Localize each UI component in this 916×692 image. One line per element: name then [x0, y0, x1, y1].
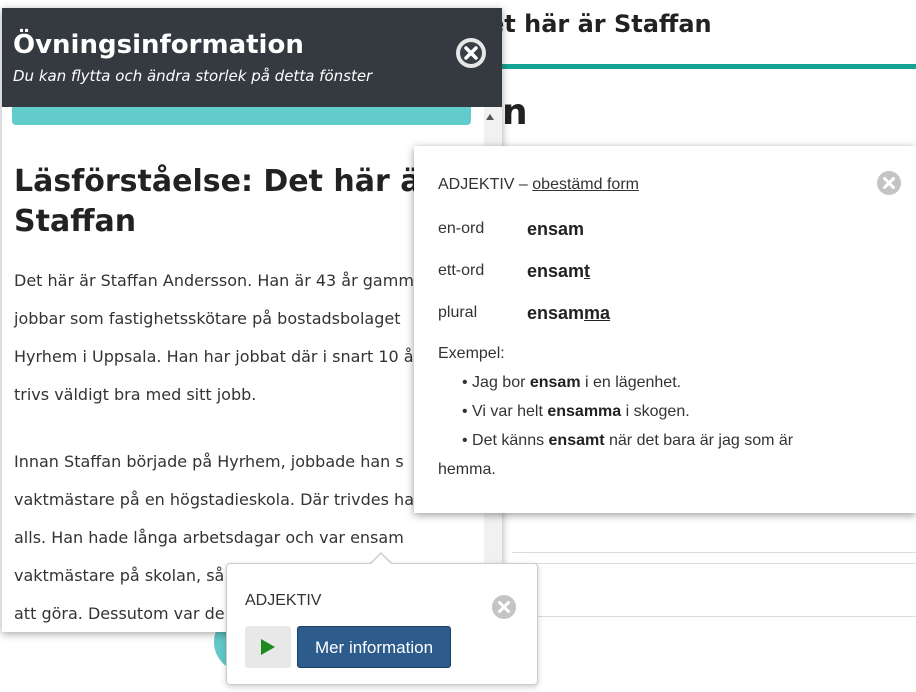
- title-underline: [500, 64, 916, 69]
- example-continuation: hemma.: [438, 461, 496, 478]
- heading-fragment: n: [502, 92, 528, 133]
- paragraph-line: Det här är Staffan Andersson. Han är 43 …: [14, 271, 414, 290]
- reading-title: Läsförståelse: Det här är Staffan: [14, 164, 436, 239]
- paragraph-line: vaktmästare på en högstadieskola. Där tr…: [14, 490, 414, 509]
- form-value: ensamt: [527, 261, 591, 281]
- paragraph-line: att göra. Dessutom var de: [14, 604, 225, 623]
- window-title: Övningsinformation: [13, 30, 304, 60]
- form-label: en-ord: [438, 220, 485, 237]
- divider: [512, 552, 916, 553]
- close-icon[interactable]: [456, 38, 486, 68]
- example-sentence: • Vi var helt ensamma i skogen.: [462, 403, 690, 420]
- close-icon[interactable]: [491, 594, 517, 620]
- paragraph-line: trivs väldigt bra med sitt jobb.: [14, 385, 257, 404]
- window-header[interactable]: Övningsinformation Du kan flytta och änd…: [2, 8, 502, 107]
- play-icon: [261, 639, 275, 655]
- paragraph-line: alls. Han hade långa arbetsdagar och var…: [14, 528, 404, 547]
- example-sentence: • Jag bor ensam i en lägenhet.: [462, 374, 682, 391]
- page-title: et här är Staffan: [488, 10, 712, 38]
- word-popup-small: ADJEKTIV Mer information: [226, 563, 538, 685]
- examples-label: Exempel:: [438, 345, 505, 362]
- divider: [512, 616, 916, 617]
- scroll-up-arrow-icon[interactable]: [486, 114, 494, 120]
- popup-pointer-inner: [371, 554, 391, 564]
- word-info-popup: ADJEKTIV – obestämd form en-ord ensam et…: [414, 146, 916, 513]
- example-sentence: • Det känns ensamt när det bara är jag s…: [462, 432, 794, 449]
- form-value: ensamma: [527, 303, 611, 323]
- separator: –: [514, 176, 533, 193]
- window-subtitle: Du kan flytta och ändra storlek på detta…: [13, 67, 373, 85]
- word-form-header: ADJEKTIV – obestämd form: [438, 176, 639, 194]
- form-label: plural: [438, 304, 478, 321]
- more-info-button[interactable]: Mer information: [297, 626, 451, 668]
- audio-player-bar[interactable]: [12, 107, 471, 125]
- divider: [512, 563, 916, 564]
- form-label: ett-ord: [438, 262, 485, 279]
- word-class-label: ADJEKTIV: [438, 176, 515, 193]
- word-class-label: ADJEKTIV: [245, 592, 322, 609]
- play-button[interactable]: [245, 626, 291, 668]
- form-value: ensam: [527, 219, 585, 239]
- paragraph-line: Hyrhem i Uppsala. Han har jobbat där i s…: [14, 347, 414, 366]
- paragraph-line: vaktmästare på skolan, så: [14, 566, 225, 585]
- paragraph-line: Innan Staffan började på Hyrhem, jobbade…: [14, 452, 404, 471]
- form-link[interactable]: obestämd form: [532, 176, 639, 193]
- close-icon[interactable]: [876, 170, 902, 196]
- paragraph-line: jobbar som fastighetsskötare på bostadsb…: [14, 309, 401, 328]
